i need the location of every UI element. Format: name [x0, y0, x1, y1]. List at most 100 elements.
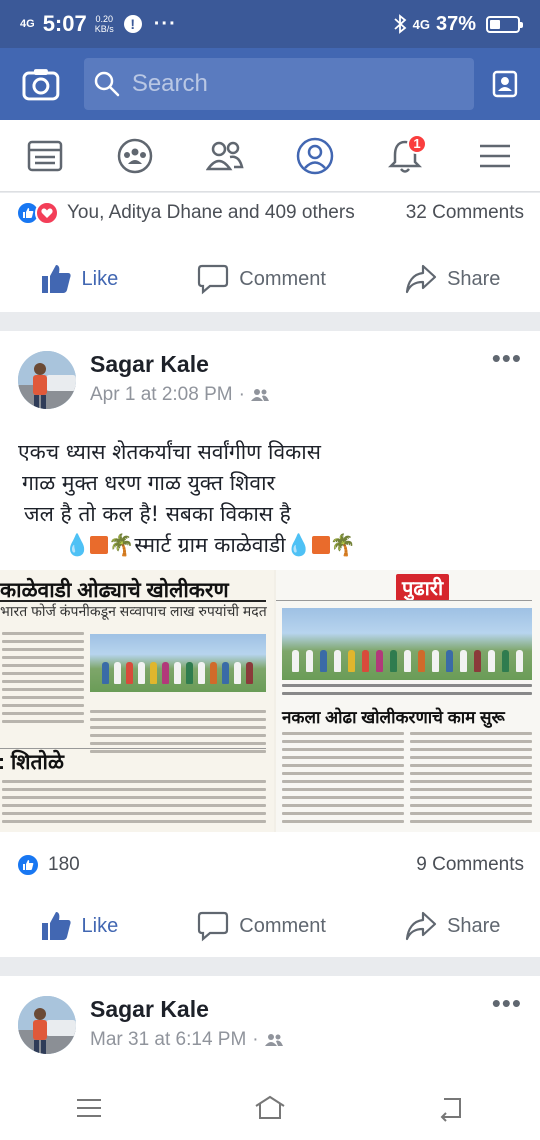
post-footer: 180 9 Comments Like Comment Share — [0, 834, 540, 957]
contacts-icon[interactable] — [490, 69, 520, 99]
menu-icon — [480, 144, 510, 167]
post-text-line: गाळ मुक्त धरण गाळ युक्त शिवार — [22, 471, 276, 495]
avatar[interactable] — [18, 996, 76, 1054]
like-label: Like — [81, 267, 119, 290]
home-icon[interactable] — [253, 1093, 287, 1123]
more-options-icon[interactable]: ••• — [492, 345, 522, 371]
post-meta: Mar 31 at 6:14 PM · — [90, 1029, 283, 1051]
newspaper-photo — [282, 608, 532, 680]
newspaper-clipping-left: काळेवाडी ओढ्याचे खोलीकरण भारत फोर्ज कंपन… — [0, 570, 274, 832]
post-text-line: स्मार्ट ग्राम काळेवाडी — [134, 533, 286, 557]
droplet-icon: 💧 — [285, 533, 312, 557]
more-notifications-icon: ··· — [153, 12, 177, 35]
back-icon[interactable] — [436, 1093, 466, 1123]
bluetooth-icon — [394, 14, 407, 34]
tab-notifications[interactable]: 1 — [375, 126, 435, 186]
post-card: Sagar Kale Mar 31 at 6:14 PM · ••• — [0, 976, 540, 1076]
post-text: एकच ध्यास शेतकर्यांचा सर्वांगीण विकास गा… — [0, 423, 540, 561]
battery-icon — [486, 15, 523, 33]
system-nav-bar — [0, 1076, 540, 1140]
comment-label: Comment — [239, 267, 326, 290]
more-options-icon[interactable]: ••• — [492, 990, 522, 1016]
search-bar[interactable] — [83, 58, 475, 110]
newspaper-subhead: भारत फोर्ज कंपनीकडून सव्वापाच लाख रुपयां… — [0, 603, 267, 619]
share-button[interactable]: Share — [405, 910, 500, 942]
nav-bar: 1 — [0, 120, 540, 192]
timestamp[interactable]: Apr 1 at 2:08 PM — [90, 384, 233, 406]
tab-profile[interactable] — [285, 126, 345, 186]
reactions-summary[interactable]: 180 9 Comments — [0, 834, 540, 896]
camera-icon[interactable] — [20, 63, 62, 105]
avatar[interactable] — [18, 351, 76, 409]
newspaper-side-headline: : शितोळे — [0, 751, 64, 774]
comment-icon — [198, 911, 229, 942]
network-speed: 0.20 KB/s — [94, 14, 114, 34]
notification-badge: 1 — [407, 133, 427, 154]
newspaper-photo — [90, 634, 266, 692]
recent-apps-icon[interactable] — [74, 1093, 104, 1123]
post-meta: Apr 1 at 2:08 PM · — [90, 384, 269, 406]
post-image[interactable]: काळेवाडी ओढ्याचे खोलीकरण भारत फोर्ज कंपन… — [0, 570, 540, 832]
house-icon — [90, 536, 109, 554]
like-button[interactable]: Like — [40, 910, 119, 942]
reactions-summary[interactable]: You, Aditya Dhane and 409 others 32 Comm… — [0, 193, 540, 233]
post-card: You, Aditya Dhane and 409 others 32 Comm… — [0, 193, 540, 312]
tab-friends[interactable] — [195, 126, 255, 186]
friends-icon — [206, 141, 244, 170]
comment-button[interactable]: Comment — [197, 910, 326, 942]
comments-count[interactable]: 32 Comments — [406, 202, 524, 224]
newspaper-logo: पुढारी — [396, 574, 450, 601]
comment-label: Comment — [239, 914, 326, 937]
likes-count: 180 — [48, 854, 80, 875]
top-bar — [0, 48, 540, 120]
palm-tree-icon: 🌴 — [329, 533, 356, 557]
meta-separator: · — [252, 1029, 259, 1050]
tab-groups[interactable] — [105, 126, 165, 186]
tab-news-feed[interactable] — [15, 126, 75, 186]
tab-menu[interactable] — [465, 126, 525, 186]
network-type: 4G — [20, 17, 35, 30]
comment-button[interactable]: Comment — [197, 263, 326, 295]
like-icon — [41, 912, 71, 940]
meta-separator: · — [238, 384, 245, 405]
reactions-text: You, Aditya Dhane and 409 others — [67, 202, 355, 223]
newspaper-headline: नकला ओढा खोलीकरणाचे काम सुरू — [282, 708, 505, 727]
share-label: Share — [447, 914, 501, 937]
profile-icon — [296, 137, 334, 174]
newspaper-clipping-right: पुढारी नकला ओढा खोलीकरणाचे काम सुरू — [276, 570, 540, 832]
author-name[interactable]: Sagar Kale — [90, 351, 269, 378]
post-text-line: जल है तो कल है! सबका विकास है — [24, 502, 291, 526]
timestamp[interactable]: Mar 31 at 6:14 PM — [90, 1029, 246, 1051]
share-icon — [405, 911, 437, 941]
share-icon — [405, 264, 437, 294]
groups-icon — [117, 138, 153, 173]
like-button[interactable]: Like — [40, 263, 119, 295]
love-reaction-icon — [35, 201, 59, 225]
post-actions: Like Comment Share — [0, 896, 540, 956]
post-header: Sagar Kale Mar 31 at 6:14 PM · ••• — [0, 976, 540, 1068]
alert-icon: ! — [123, 15, 142, 33]
like-reaction-icon — [16, 853, 40, 877]
clock: 5:07 — [42, 11, 87, 36]
friends-audience-icon — [250, 389, 269, 401]
signal-type: 4G — [412, 16, 430, 32]
droplet-icon: 💧 — [64, 533, 91, 557]
like-icon — [41, 265, 71, 293]
post-actions: Like Comment Share — [0, 249, 540, 309]
comment-icon — [198, 264, 229, 295]
post-header: Sagar Kale Apr 1 at 2:08 PM · ••• — [0, 331, 540, 423]
share-label: Share — [447, 267, 501, 290]
friends-audience-icon — [264, 1034, 283, 1046]
news-feed-icon — [27, 140, 63, 171]
palm-tree-icon: 🌴 — [108, 533, 135, 557]
share-button[interactable]: Share — [405, 263, 500, 295]
house-icon — [311, 536, 330, 554]
author-name[interactable]: Sagar Kale — [90, 996, 283, 1023]
comments-count[interactable]: 9 Comments — [416, 854, 524, 876]
post-text-line: एकच ध्यास शेतकर्यांचा सर्वांगीण विकास — [18, 440, 321, 464]
search-icon — [94, 71, 120, 97]
search-input[interactable] — [131, 70, 452, 98]
battery-percent: 37% — [435, 12, 476, 35]
like-label: Like — [81, 914, 119, 937]
status-bar: 4G 5:07 0.20 KB/s ! ··· 4G 37% — [0, 0, 540, 48]
